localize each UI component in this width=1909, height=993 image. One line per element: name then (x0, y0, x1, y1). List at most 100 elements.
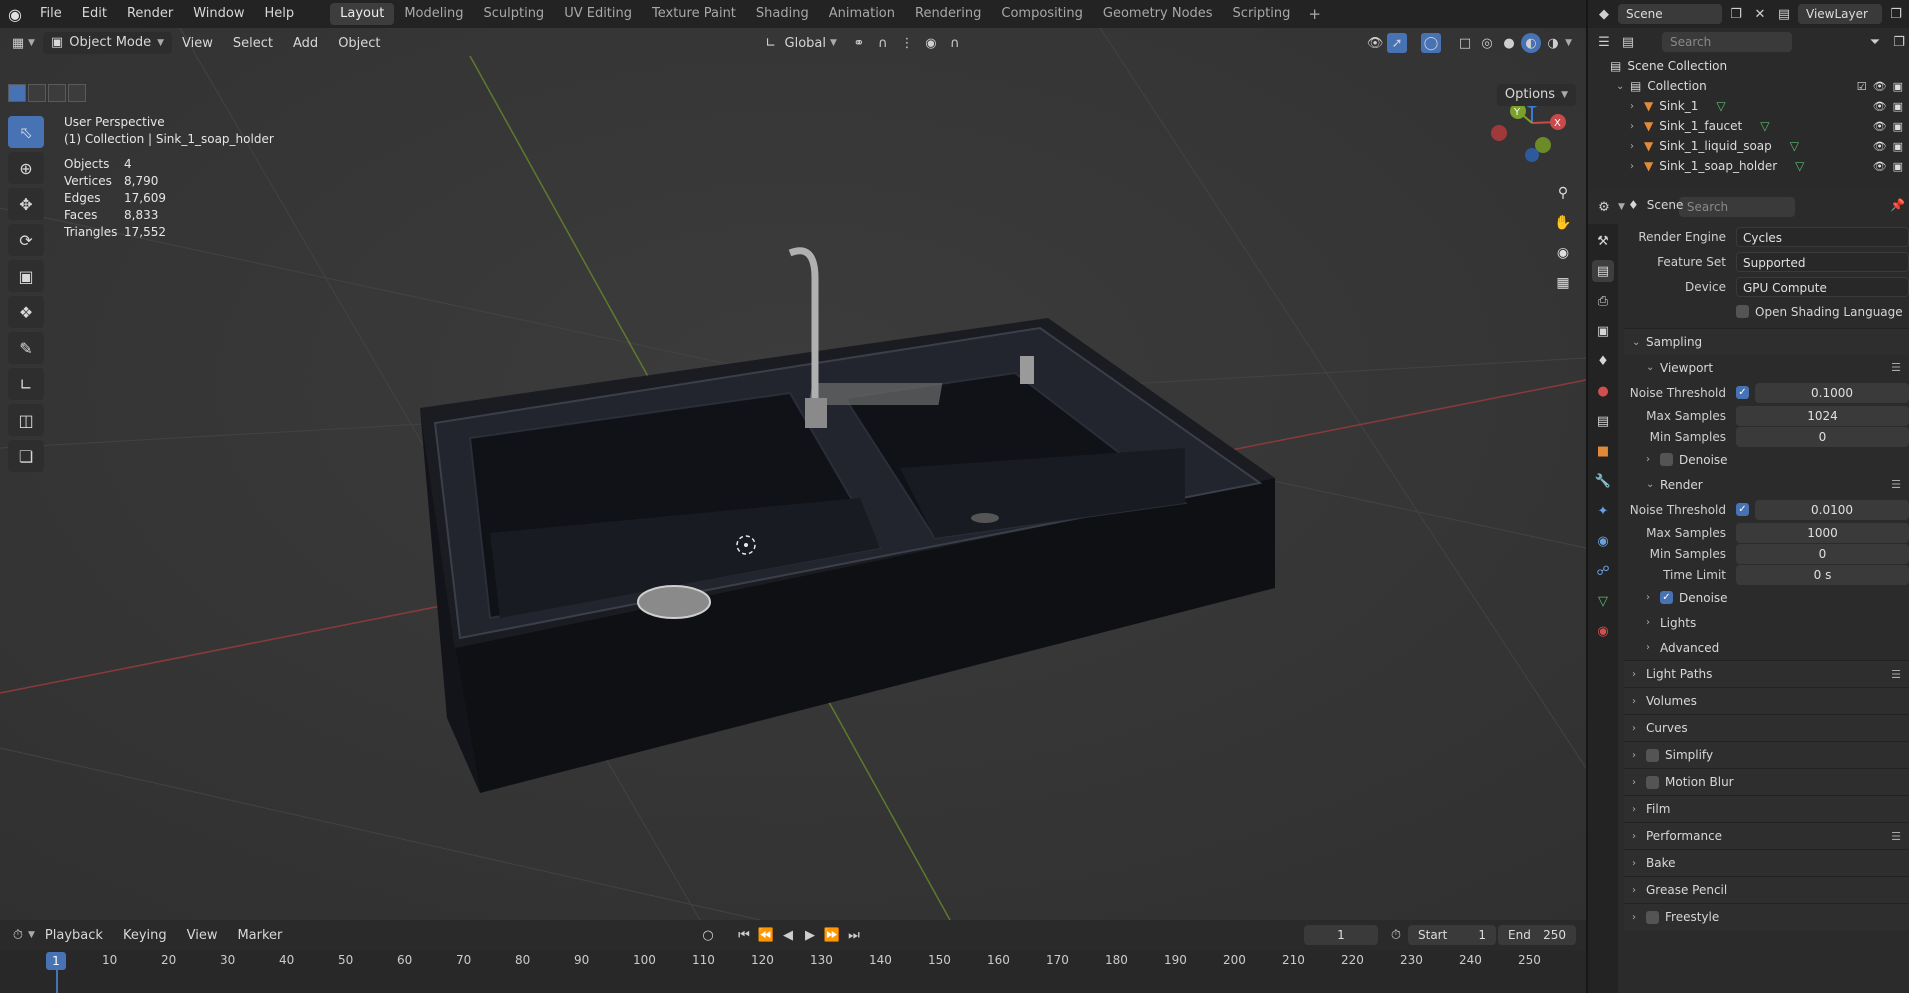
prev-keyframe-icon[interactable]: ⏪ (756, 925, 776, 945)
snap-icon[interactable]: ∩ (873, 33, 893, 53)
properties-editor-icon[interactable]: ⚙ (1594, 197, 1614, 217)
menu-playback[interactable]: Playback (35, 928, 113, 943)
motion-blur-panel[interactable]: › Motion Blur (1624, 768, 1909, 795)
play-icon[interactable]: ▶ (800, 925, 820, 945)
lights-subpanel[interactable]: › Lights (1624, 610, 1909, 635)
visibility-icon[interactable]: 👁 (1365, 33, 1385, 53)
outliner-row-object[interactable]: › ▼ Sink_1_soap_holder ▽ 👁 ▣ (1588, 156, 1909, 176)
add-object-tool-icon[interactable]: ❏ (8, 440, 44, 472)
camera-view-icon[interactable]: ◉ (1550, 240, 1576, 266)
eye-icon[interactable]: 👁 (1873, 160, 1887, 173)
camera-icon[interactable]: ▣ (1893, 120, 1903, 133)
blender-logo-icon[interactable]: ◉ (0, 0, 30, 28)
chevron-right-icon[interactable]: › (1630, 161, 1644, 172)
menu-add[interactable]: Add (283, 36, 328, 51)
solid-shading-icon[interactable]: ● (1499, 33, 1519, 53)
menu-timeline-view[interactable]: View (177, 928, 228, 943)
snap-target-icon[interactable]: ⋮ (897, 33, 917, 53)
tab-shading[interactable]: Shading (746, 3, 819, 25)
scale-tool-icon[interactable]: ▣ (8, 260, 44, 292)
checkbox-icon[interactable]: ☑ (1857, 80, 1867, 93)
xray-toggle-icon[interactable]: □ (1455, 33, 1475, 53)
stopwatch-icon[interactable]: ⏱ (1386, 925, 1406, 945)
timeline[interactable]: 1 10 20 30 40 50 60 70 80 90 100 110 120 130 140 150 16… (0, 950, 1586, 993)
motion-blur-checkbox[interactable] (1646, 775, 1659, 789)
eye-icon[interactable]: 👁 (1873, 120, 1887, 133)
noise-threshold-checkbox[interactable]: ✓ (1736, 503, 1749, 516)
collection-tab-icon[interactable]: ▤ (1592, 410, 1614, 432)
eye-icon[interactable]: 👁 (1873, 100, 1887, 113)
sampling-panel-header[interactable]: ⌄ Sampling (1624, 328, 1909, 355)
annotate-tool-icon[interactable]: ✎ (8, 332, 44, 364)
start-frame-field[interactable]: Start 1 (1408, 925, 1496, 945)
clock-editor-icon[interactable]: ⏱ (8, 925, 28, 945)
outliner-row-scene-collection[interactable]: ▤ Scene Collection (1588, 56, 1909, 76)
render-subpanel-header[interactable]: ⌄ Render ☰ (1624, 472, 1909, 497)
tab-rendering[interactable]: Rendering (905, 3, 991, 25)
wireframe-shading-icon[interactable]: ◎ (1477, 33, 1497, 53)
curves-panel[interactable]: › Curves (1624, 714, 1909, 741)
r-denoise-subpanel[interactable]: › ✓ Denoise (1624, 585, 1909, 610)
camera-icon[interactable]: ▣ (1893, 140, 1903, 153)
noise-threshold-checkbox[interactable]: ✓ (1736, 386, 1749, 399)
menu-file[interactable]: File (30, 0, 72, 28)
next-keyframe-icon[interactable]: ⏩ (822, 925, 842, 945)
playhead-frame[interactable]: 1 (46, 952, 66, 970)
outliner-row-collection[interactable]: ⌄ ▤ Collection ☑ 👁 ▣ (1588, 76, 1909, 96)
ortho-grid-icon[interactable]: ▦ (1550, 270, 1576, 296)
eye-icon[interactable]: 👁 (1873, 80, 1887, 93)
tab-scripting[interactable]: Scripting (1223, 3, 1301, 25)
tab-texture-paint[interactable]: Texture Paint (642, 3, 746, 25)
world-tab-icon[interactable]: ● (1592, 380, 1614, 402)
menu-help[interactable]: Help (255, 0, 305, 28)
vp-noise-threshold-field[interactable]: 0.1000 (1755, 382, 1909, 403)
view-layer-tab-icon[interactable]: ▣ (1592, 320, 1614, 342)
performance-panel[interactable]: › Performance ☰ (1624, 822, 1909, 849)
output-tab-icon[interactable]: ⎙ (1592, 290, 1614, 312)
data-tab-icon[interactable]: ▽ (1592, 590, 1614, 612)
chevron-right-icon[interactable]: › (1630, 141, 1644, 152)
outliner-row-object[interactable]: › ▼ Sink_1 ▽ 👁 ▣ (1588, 96, 1909, 116)
r-denoise-checkbox[interactable]: ✓ (1660, 591, 1673, 604)
scene-tab-icon[interactable]: ♦ (1592, 350, 1614, 372)
tool-tab-icon[interactable]: ⚒ (1592, 230, 1614, 252)
presets-list-icon[interactable]: ☰ (1891, 361, 1901, 374)
outliner-editor-icon[interactable]: ☰ (1594, 32, 1614, 52)
camera-icon[interactable]: ▣ (1893, 160, 1903, 173)
presets-list-icon[interactable]: ☰ (1891, 830, 1901, 843)
tab-layout[interactable]: Layout (330, 3, 395, 25)
pan-hand-icon[interactable]: ✋ (1550, 210, 1576, 236)
light-paths-panel[interactable]: › Light Paths ☰ (1624, 660, 1909, 687)
film-panel[interactable]: › Film (1624, 795, 1909, 822)
jump-end-icon[interactable]: ⏭ (844, 925, 864, 945)
rendered-shading-icon[interactable]: ◑ (1543, 33, 1563, 53)
menu-select[interactable]: Select (223, 36, 283, 51)
r-min-samples-field[interactable]: 0 (1736, 543, 1909, 564)
r-noise-threshold-field[interactable]: 0.0100 (1755, 499, 1909, 520)
object-mode-dropdown[interactable]: ▣ Object Mode ▼ (42, 32, 173, 54)
pivot-point-icon[interactable]: ⚭ (849, 33, 869, 53)
3d-viewport[interactable]: Z X Y Options▼ User Perspective (1) Coll… (0, 28, 1586, 920)
tab-sculpting[interactable]: Sculpting (473, 3, 554, 25)
end-frame-field[interactable]: End 250 (1498, 925, 1576, 945)
material-shading-icon[interactable]: ◐ (1521, 33, 1542, 53)
menu-view[interactable]: View (172, 36, 223, 51)
tab-animation[interactable]: Animation (819, 3, 905, 25)
freestyle-panel[interactable]: › Freestyle (1624, 903, 1909, 930)
scene-field[interactable]: Scene (1618, 4, 1722, 24)
zoom-icon[interactable]: ⚲ (1550, 180, 1576, 206)
tab-geometry-nodes[interactable]: Geometry Nodes (1093, 3, 1223, 25)
menu-keying[interactable]: Keying (113, 928, 177, 943)
camera-icon[interactable]: ▣ (1893, 80, 1903, 93)
device-dropdown[interactable]: GPU Compute (1736, 276, 1909, 297)
menu-edit[interactable]: Edit (72, 0, 117, 28)
tab-uv-editing[interactable]: UV Editing (554, 3, 642, 25)
grease-pencil-panel[interactable]: › Grease Pencil (1624, 876, 1909, 903)
chevron-down-icon[interactable]: ⌄ (1616, 81, 1630, 92)
select-box-tool-icon[interactable]: ⬁ (8, 116, 44, 148)
r-max-samples-field[interactable]: 1000 (1736, 522, 1909, 543)
constraints-tab-icon[interactable]: ☍ (1592, 560, 1614, 582)
modifier-tab-icon[interactable]: 🔧 (1592, 470, 1614, 492)
render-engine-dropdown[interactable]: Cycles (1736, 226, 1909, 247)
outliner-search[interactable]: Search (1662, 32, 1792, 52)
